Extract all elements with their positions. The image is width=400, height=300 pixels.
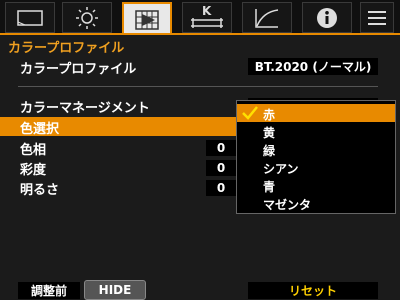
tab-image-adjust[interactable] (122, 2, 172, 35)
dropdown-option-label: 黄 (263, 126, 276, 140)
saturation-label: 彩度 (20, 163, 47, 178)
dropdown-option-yellow[interactable]: 黄 (237, 122, 395, 140)
dropdown-option-label: 青 (263, 180, 276, 194)
black-level-icon: K (187, 4, 227, 30)
dropdown-option-blue[interactable]: 青 (237, 176, 395, 194)
dropdown-option-label: シアン (263, 162, 299, 176)
tab-menu[interactable] (360, 2, 394, 33)
dropdown-option-magenta[interactable]: マゼンタ (237, 194, 395, 212)
divider (18, 86, 378, 87)
brightness-icon (75, 6, 99, 30)
hue-label: 色相 (20, 143, 47, 158)
dropdown-option-green[interactable]: 緑 (237, 140, 395, 158)
brightness-value[interactable]: 0 (206, 180, 236, 196)
brightness-label: 明るさ (20, 183, 60, 198)
color-select-dropdown: 赤 黄 緑 シアン 青 マゼンタ (236, 100, 396, 214)
section-title: カラープロファイル (8, 41, 125, 56)
color-select-row[interactable]: 色選択 (0, 117, 236, 137)
tab-brightness[interactable] (62, 2, 112, 33)
before-adjust-label: 調整前 (18, 282, 80, 299)
dropdown-option-label: マゼンタ (263, 198, 312, 212)
image-adjust-icon (133, 8, 161, 32)
saturation-value[interactable]: 0 (206, 160, 236, 176)
hide-button[interactable]: HIDE (84, 280, 146, 300)
color-management-label[interactable]: カラーマネージメント (20, 97, 150, 116)
header-divider (0, 33, 400, 35)
dropdown-option-red[interactable]: 赤 (237, 104, 395, 122)
dropdown-option-cyan[interactable]: シアン (237, 158, 395, 176)
tab-bar: K (0, 0, 400, 35)
reset-button[interactable]: リセット (248, 282, 378, 299)
hue-value[interactable]: 0 (206, 140, 236, 156)
color-select-label: 色選択 (20, 122, 60, 137)
dropdown-option-label: 緑 (263, 144, 276, 158)
tab-screen[interactable] (5, 2, 55, 33)
gamma-curve-icon (253, 6, 281, 30)
tab-black-level[interactable]: K (182, 2, 232, 33)
profile-value[interactable]: BT.2020 (ノーマル) (248, 58, 378, 75)
tab-gamma[interactable] (242, 2, 292, 33)
screen-icon (16, 8, 44, 28)
dropdown-option-label: 赤 (263, 108, 276, 122)
menu-icon (366, 9, 388, 27)
info-icon (315, 6, 339, 30)
profile-label: カラープロファイル (20, 62, 137, 77)
tab-info[interactable] (302, 2, 352, 33)
osd-menu-screen: K カラープロファイル カラープロファイル BT.2020 (ノーマル) カラー… (0, 0, 400, 300)
